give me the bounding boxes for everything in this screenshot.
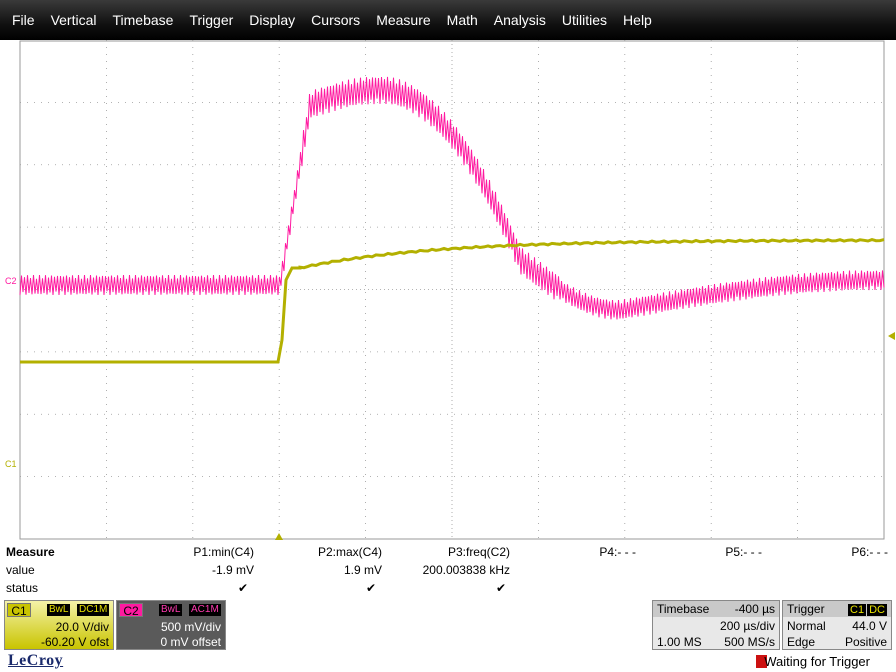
channel-c1-descriptor[interactable]: C1 BwL DC1M 20.0 V/div -60.20 V ofst xyxy=(4,600,114,650)
trigger-type: Edge xyxy=(787,635,816,649)
acquisition-status: Waiting for Trigger xyxy=(764,654,870,669)
menu-bar: File Vertical Timebase Trigger Display C… xyxy=(0,0,896,40)
measure-status-row: status ✔ ✔ ✔ xyxy=(0,581,896,598)
measure-value-label: value xyxy=(6,563,35,577)
trigger-descriptor[interactable]: Trigger C1 DC Normal 44.0 V Edge Positive xyxy=(782,600,892,650)
marker-c1-label[interactable]: C1 xyxy=(5,459,17,469)
channel-c2-bwl-badge: BwL xyxy=(159,604,183,616)
param-p1-name[interactable]: P1:min(C4) xyxy=(193,545,254,559)
param-p4-name[interactable]: P4:- - - xyxy=(599,545,636,559)
measure-status-label: status xyxy=(6,581,39,595)
channel-c1-vdiv: 20.0 V/div xyxy=(55,620,109,634)
measure-table: Measure P1:min(C4) P2:max(C4) P3:freq(C2… xyxy=(0,543,896,599)
channel-c2-coupling-badge: AC1M xyxy=(189,604,221,616)
menu-help[interactable]: Help xyxy=(615,0,660,40)
channel-c1-offset: -60.20 V ofst xyxy=(40,635,109,649)
trigger-mode: Normal xyxy=(787,619,826,633)
channel-c1-bwl-badge: BwL xyxy=(47,604,71,616)
trigger-label: Trigger xyxy=(787,602,825,616)
param-p3-name[interactable]: P3:freq(C2) xyxy=(448,545,510,559)
menu-display[interactable]: Display xyxy=(241,0,303,40)
param-p1-status-check-icon: ✔ xyxy=(237,581,248,595)
param-p3-status-check-icon: ✔ xyxy=(495,581,506,595)
menu-file[interactable]: File xyxy=(4,0,43,40)
channel-c1-coupling-badge: DC1M xyxy=(77,604,110,616)
menu-vertical[interactable]: Vertical xyxy=(43,0,105,40)
menu-math[interactable]: Math xyxy=(439,0,486,40)
param-p1-value: -1.9 mV xyxy=(211,563,254,577)
trigger-coupling-badge: DC xyxy=(867,604,887,616)
param-p2-value: 1.9 mV xyxy=(343,563,382,577)
timebase-samples: 1.00 MS xyxy=(657,635,702,649)
channel-c2-tag: C2 xyxy=(119,603,143,618)
channel-c2-offset: 0 mV offset xyxy=(160,635,221,649)
menu-trigger[interactable]: Trigger xyxy=(181,0,241,40)
menu-cursors[interactable]: Cursors xyxy=(303,0,368,40)
param-p2-status-check-icon: ✔ xyxy=(365,581,376,595)
trigger-level: 44.0 V xyxy=(852,619,887,633)
timebase-label: Timebase xyxy=(657,602,710,616)
trace-c2 xyxy=(19,76,885,320)
param-p5-name[interactable]: P5:- - - xyxy=(725,545,762,559)
channel-c2-descriptor[interactable]: C2 BwL AC1M 500 mV/div 0 mV offset xyxy=(116,600,226,650)
channel-c2-vdiv: 500 mV/div xyxy=(160,620,221,634)
menu-measure[interactable]: Measure xyxy=(368,0,438,40)
timebase-delay: -400 µs xyxy=(734,602,775,616)
waveform-grid[interactable]: C2 C1 xyxy=(0,40,896,543)
trigger-source-badge: C1 xyxy=(848,604,867,616)
param-p3-value: 200.003838 kHz xyxy=(422,563,510,577)
param-p6-name[interactable]: P6:- - - xyxy=(851,545,888,559)
trigger-slope: Positive xyxy=(844,635,887,649)
timebase-tdiv: 200 µs/div xyxy=(720,619,775,633)
measure-value-row: value -1.9 mV 1.9 mV 200.003838 kHz xyxy=(0,563,896,580)
menu-utilities[interactable]: Utilities xyxy=(554,0,615,40)
lecroy-logo: LeCroy xyxy=(8,652,64,669)
param-p2-name[interactable]: P2:max(C4) xyxy=(318,545,382,559)
trigger-level-marker[interactable] xyxy=(888,332,895,340)
waveform-display[interactable]: C2 C1 xyxy=(0,40,896,543)
measure-title: Measure xyxy=(6,545,55,559)
channel-c1-tag: C1 xyxy=(7,603,31,618)
menu-analysis[interactable]: Analysis xyxy=(486,0,554,40)
menu-timebase[interactable]: Timebase xyxy=(104,0,181,40)
trigger-position-marker[interactable] xyxy=(275,533,283,540)
marker-c2-label[interactable]: C2 xyxy=(5,276,17,286)
timebase-rate: 500 MS/s xyxy=(724,635,775,649)
measure-header-row: Measure P1:min(C4) P2:max(C4) P3:freq(C2… xyxy=(0,545,896,562)
timebase-descriptor[interactable]: Timebase -400 µs 200 µs/div 1.00 MS 500 … xyxy=(652,600,780,650)
